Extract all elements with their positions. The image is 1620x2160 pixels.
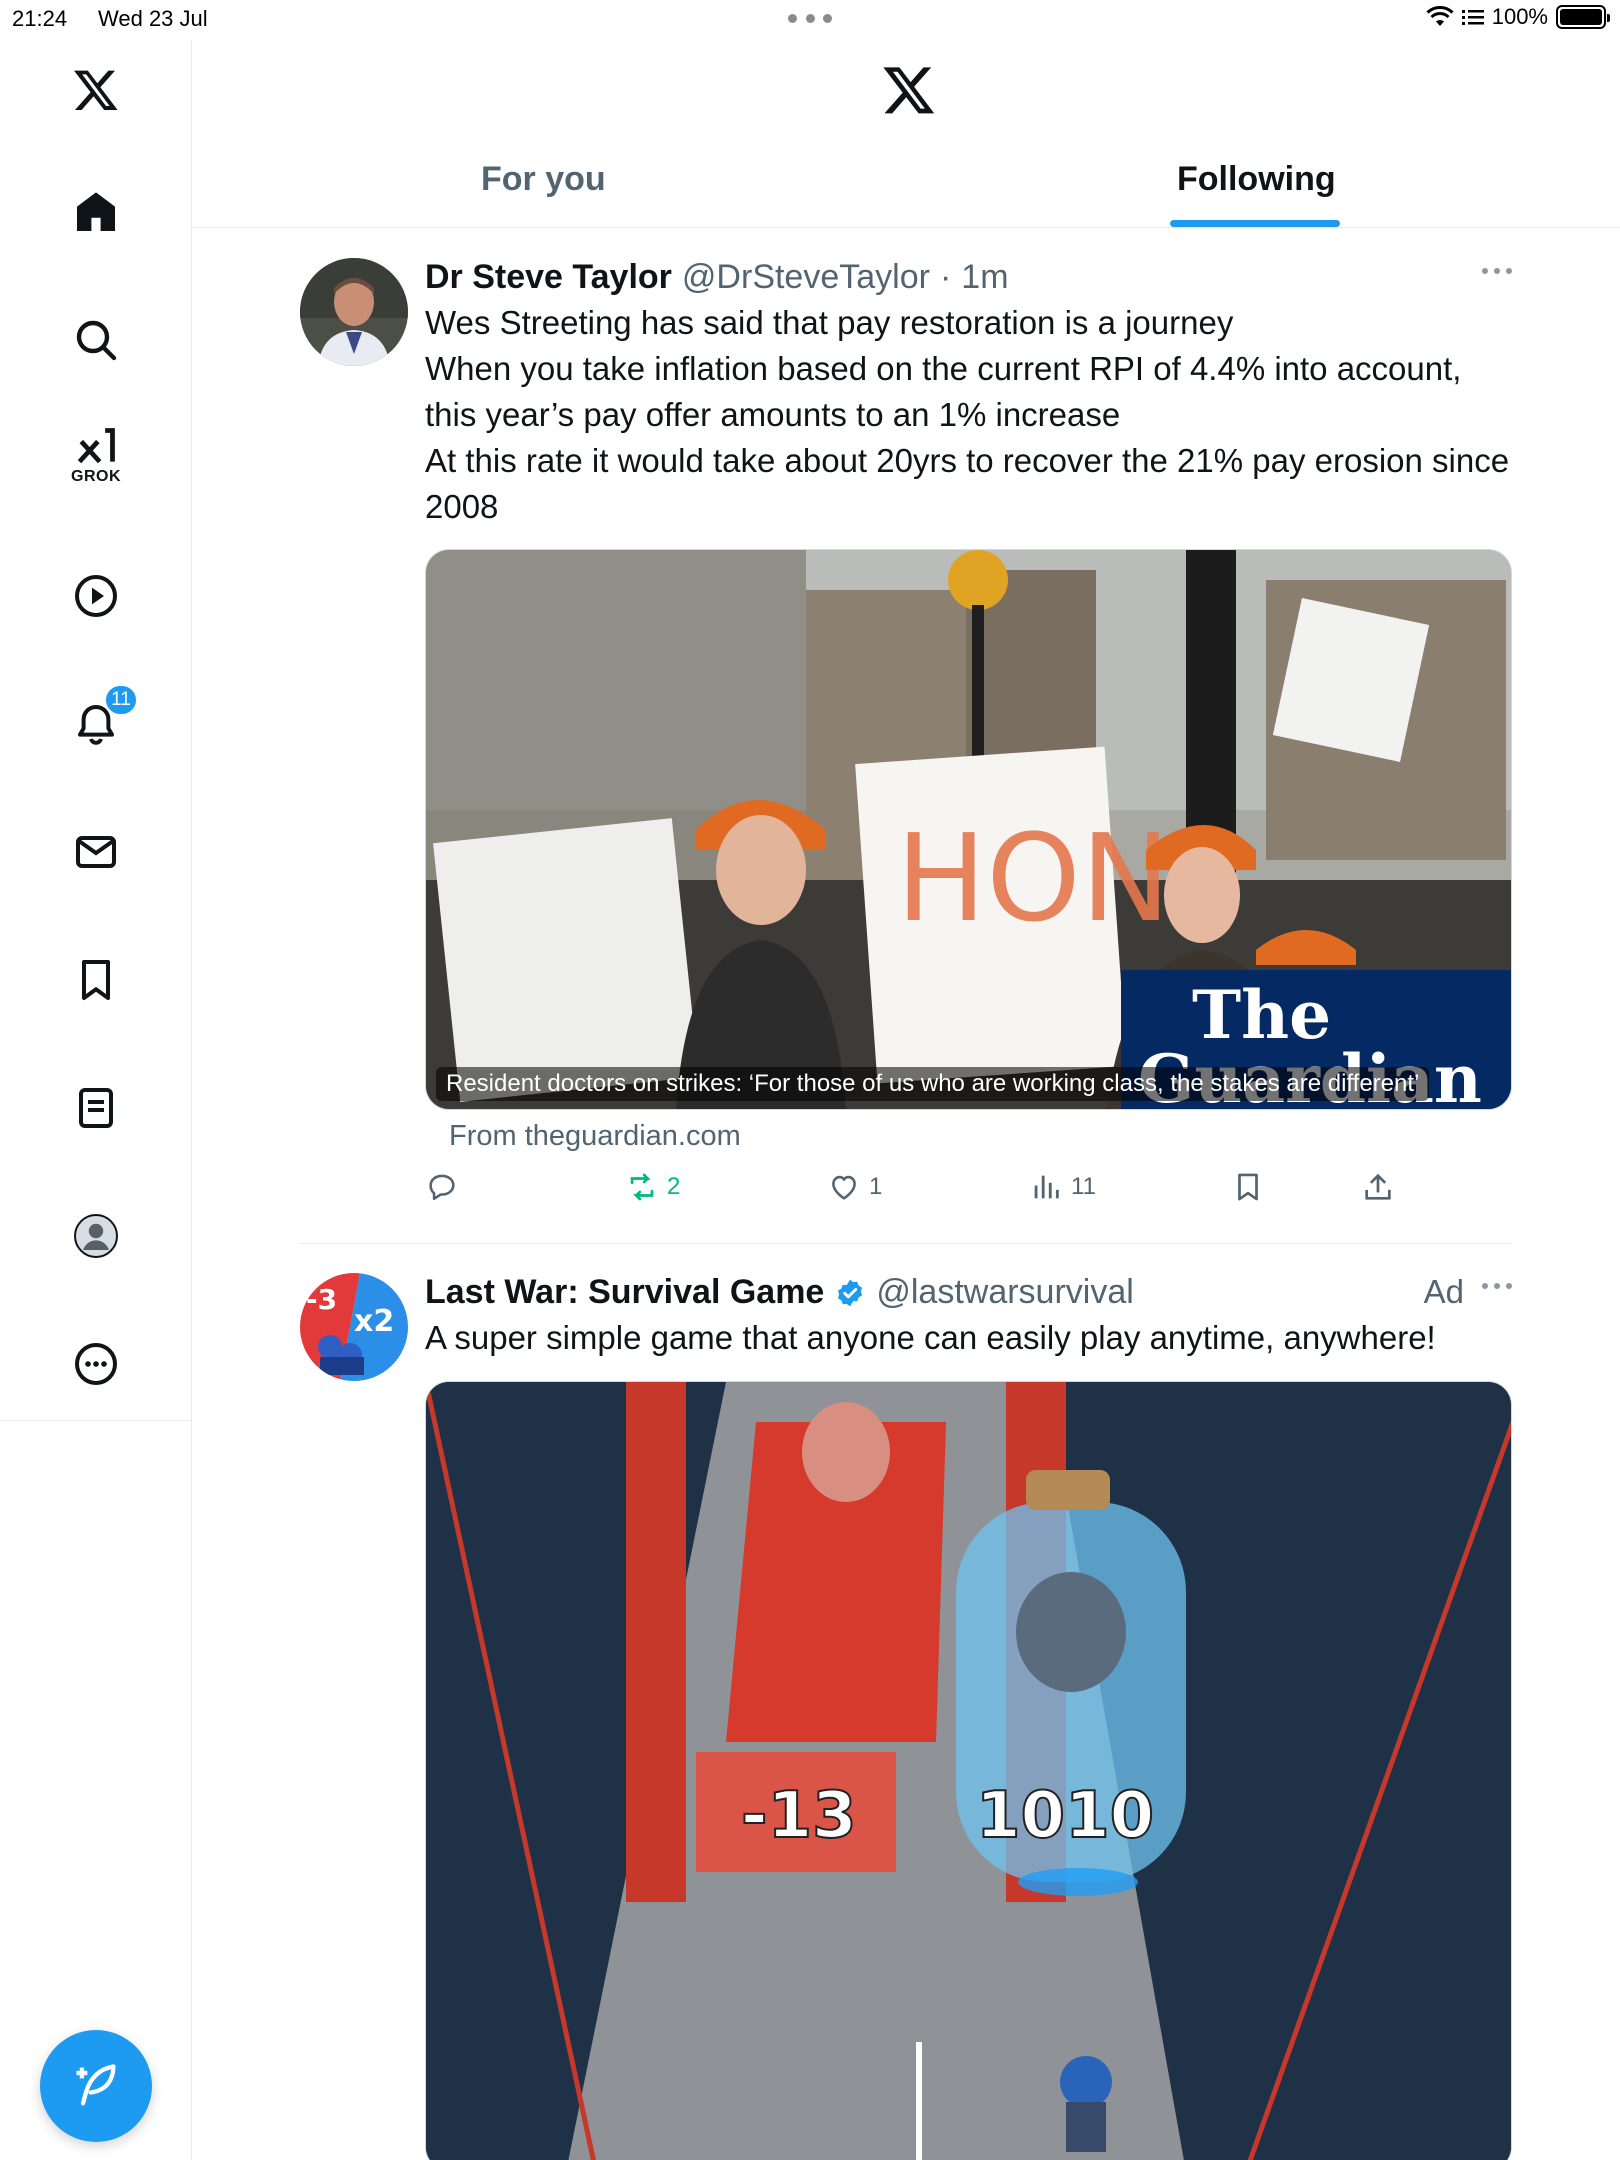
views-icon [1034,1175,1059,1199]
author-name[interactable]: Last War: Survival Game [425,1273,824,1312]
notifications-icon[interactable]: 11 [66,684,138,754]
more-options-icon[interactable] [1482,1283,1512,1289]
tweet-header: Dr Steve Taylor @DrSteveTaylor · 1m [425,258,1009,297]
tab-for-you[interactable]: For you [481,160,606,199]
like-count: 1 [869,1173,883,1200]
svg-text:x2: x2 [354,1304,394,1339]
battery-icon [1556,5,1610,29]
tweet-ad[interactable]: -3 x2 Last War: Survival Game @lastwarsu… [300,1273,1512,2160]
compose-button[interactable] [40,2030,152,2142]
status-time: 21:24 [12,6,68,31]
notifications-badge: 11 [104,684,138,716]
link-source[interactable]: From theguardian.com [449,1120,741,1153]
share-button[interactable] [1361,1170,1395,1204]
ad-gate-negative: -13 [741,1779,857,1853]
share-icon [1365,1173,1391,1200]
repost-count: 2 [667,1173,681,1200]
link-card-title: Resident doctors on strikes: ‘For those … [436,1067,1430,1101]
repost-button[interactable]: 2 [625,1170,680,1204]
separator-dot: · [939,258,952,296]
views-button[interactable]: 11 [1029,1170,1096,1204]
tweet[interactable]: Dr Steve Taylor @DrSteveTaylor · 1m Wes … [300,258,1512,1213]
bookmark-button[interactable] [1231,1170,1265,1204]
multitasking-dots-icon[interactable] [788,14,832,24]
view-count: 11 [1071,1173,1096,1200]
status-right: 100% [1426,4,1610,30]
grok-label: GROK [71,468,121,485]
x-logo-icon[interactable] [881,62,937,118]
compose-feather-icon [76,2064,116,2106]
lists-icon[interactable] [66,1078,126,1138]
ad-video[interactable]: -13 1010 [425,1381,1512,2160]
reply-icon [429,1174,455,1201]
status-bar: 21:24 Wed 23 Jul 100% [0,0,1620,40]
home-icon[interactable] [66,182,126,242]
sidebar-divider [0,1420,192,1421]
bookmarks-icon[interactable] [66,950,126,1010]
wifi-icon [1426,6,1454,26]
link-card-image[interactable]: HON The Guardian Resident doctors on str… [425,549,1512,1110]
tweet-text: A super simple game that anyone can easi… [425,1319,1436,1356]
avatar[interactable] [300,258,408,366]
protest-photo: HON The Guardian [426,550,1511,1109]
tweet-time[interactable]: 1m [961,258,1008,297]
active-tab-indicator [1170,220,1340,227]
reply-button[interactable] [425,1170,459,1204]
tweet-text-line: When you take inflation based on the cur… [425,350,1462,433]
video-icon[interactable] [66,566,126,626]
verified-badge-icon [838,1279,863,1306]
tweet-text: Wes Streeting has said that pay restorat… [425,300,1510,530]
battery-percent: 100% [1491,4,1548,29]
author-handle[interactable]: @lastwarsurvival [876,1273,1133,1312]
author-handle[interactable]: @DrSteveTaylor [682,258,930,297]
svg-text:HON: HON [896,810,1170,949]
more-options-icon[interactable] [1482,268,1512,274]
svg-text:-3: -3 [306,1283,337,1316]
tweet-actions: 2 1 11 [425,1170,1512,1214]
timeline-header: For you Following [193,40,1620,228]
status-date: Wed 23 Jul [98,6,208,31]
x-logo-icon[interactable] [66,60,126,120]
search-icon[interactable] [66,310,126,370]
like-button[interactable]: 1 [827,1170,882,1204]
tweet-divider [300,1243,1512,1244]
tab-following[interactable]: Following [1177,160,1336,199]
profile-icon[interactable] [66,1206,126,1266]
tweet-text-line: At this rate it would take about 20yrs t… [425,442,1510,525]
ad-label: Ad [1423,1273,1464,1310]
ad-gate-positive: 1010 [976,1779,1154,1853]
messages-icon[interactable] [66,822,126,882]
avatar[interactable]: -3 x2 [300,1273,408,1381]
tweet-header: Last War: Survival Game @lastwarsurvival [425,1273,1134,1312]
author-name[interactable]: Dr Steve Taylor [425,258,672,297]
grok-icon[interactable]: GROK [66,426,126,486]
game-video-frame: -13 1010 [426,1382,1511,2160]
repost-icon [630,1173,654,1201]
list-status-icon [1461,10,1484,25]
more-icon[interactable] [66,1334,126,1394]
heart-icon [832,1175,856,1200]
bookmark-icon [1238,1173,1258,1201]
sidebar: GROK 11 [0,40,192,2160]
tweet-text-line: Wes Streeting has said that pay restorat… [425,304,1234,341]
